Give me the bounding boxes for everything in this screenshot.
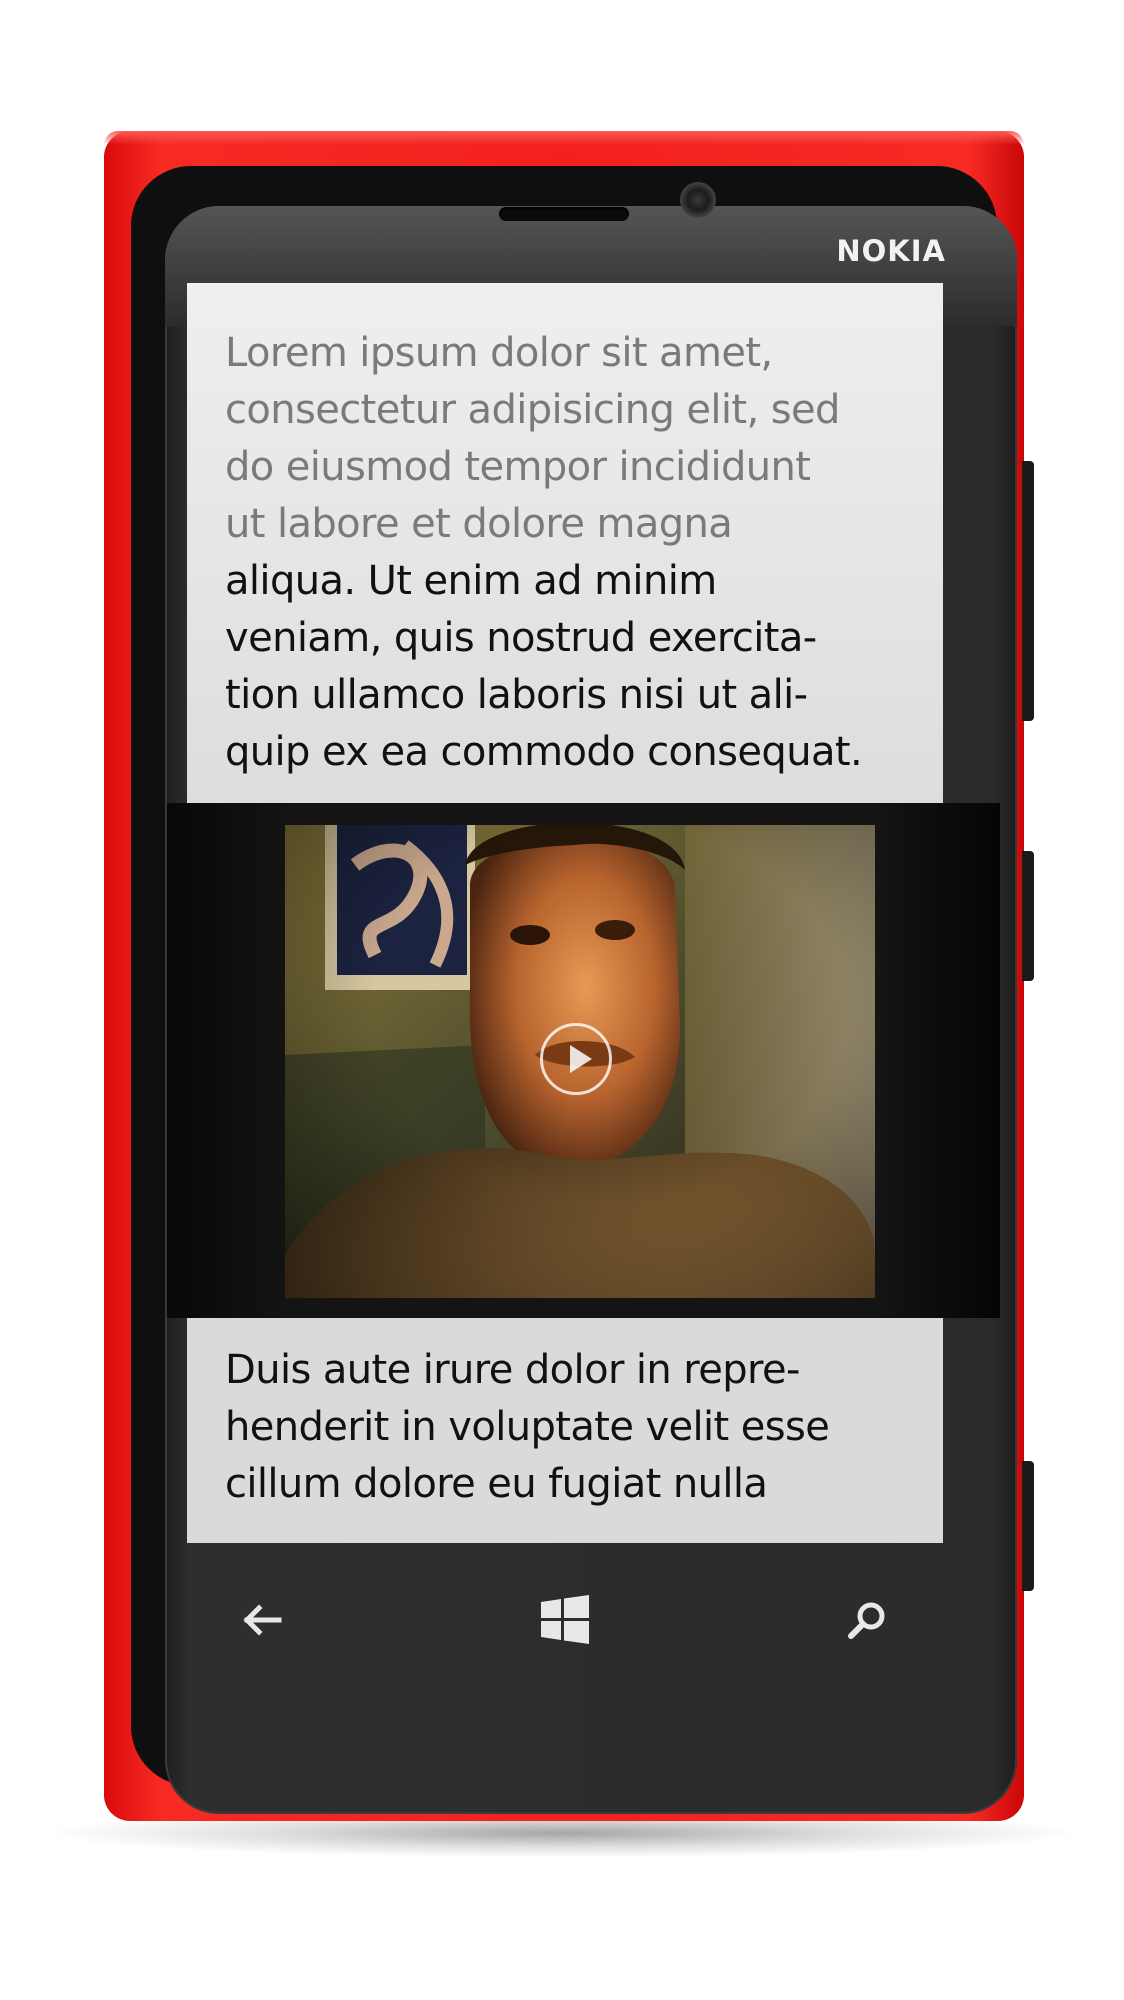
text-line: ut labore et dolore magna (225, 501, 733, 547)
power-button[interactable] (1022, 851, 1034, 981)
brand-logo: NOKIA (836, 234, 946, 268)
text-line: Lorem ipsum dolor sit amet, (225, 330, 773, 376)
search-button[interactable] (837, 1590, 897, 1650)
text-line: veniam, quis nostrud exercita- (225, 615, 817, 661)
back-button[interactable] (235, 1590, 295, 1650)
search-icon (848, 1602, 885, 1639)
play-icon[interactable] (540, 1023, 612, 1095)
text-line: do eiusmod tempor incididunt (225, 444, 811, 490)
start-button[interactable] (535, 1590, 595, 1650)
earpiece-speaker (499, 207, 629, 221)
article-text-bottom: Duis aute irure dolor in repre- henderit… (187, 1318, 943, 1543)
article-text-top: Lorem ipsum dolor sit amet, consectetur … (187, 283, 943, 803)
phone-screen: Lorem ipsum dolor sit amet, consectetur … (167, 283, 1000, 1543)
windows-start-icon (541, 1595, 589, 1644)
text-line: henderit in voluptate velit esse (225, 1404, 830, 1450)
video-player (167, 803, 1000, 1318)
system-navbar (187, 1590, 943, 1650)
camera-button[interactable] (1022, 1461, 1034, 1591)
video-thumbnail[interactable] (285, 825, 875, 1298)
text-line: aliqua. Ut enim ad minim (225, 558, 717, 604)
top-paragraph: Lorem ipsum dolor sit amet, consectetur … (225, 325, 913, 781)
text-line: tion ullamco laboris nisi ut ali- (225, 672, 808, 718)
front-camera (680, 182, 716, 218)
text-line: quip ex ea commodo consequat. (225, 729, 863, 775)
back-arrow-icon (243, 1604, 282, 1636)
text-line: consectetur adipisicing elit, sed (225, 387, 840, 433)
text-line: cillum dolore eu fugiat nulla (225, 1461, 768, 1507)
text-line: Duis aute irure dolor in repre- (225, 1347, 800, 1393)
bottom-paragraph: Duis aute irure dolor in repre- henderit… (225, 1342, 913, 1513)
volume-button[interactable] (1022, 461, 1034, 721)
